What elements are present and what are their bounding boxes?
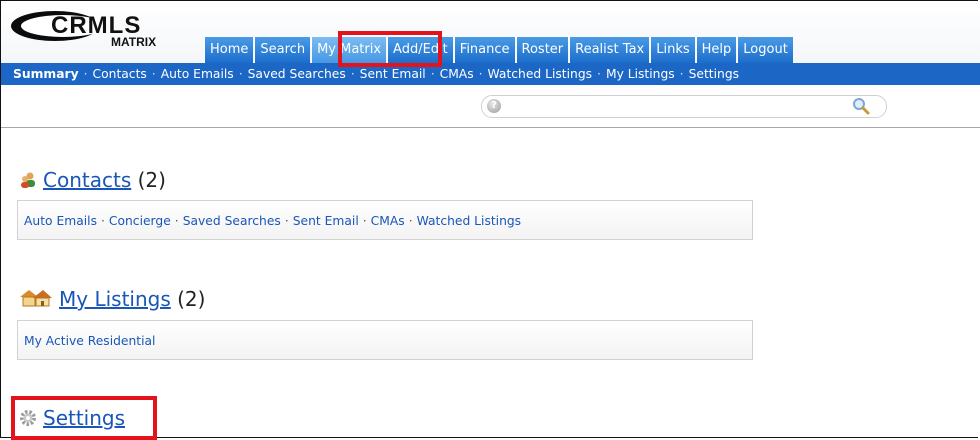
link-separator: · <box>408 214 413 228</box>
link-separator: · <box>284 214 289 228</box>
subnav-item-cmas[interactable]: CMAs <box>440 67 474 81</box>
subnav-item-watched-listings[interactable]: Watched Listings <box>488 67 592 81</box>
link-separator: · <box>100 214 105 228</box>
my-listings-links-box: My Active Residential <box>17 320 753 360</box>
subnav-separator: · <box>430 67 435 81</box>
link-concierge[interactable]: Concierge <box>109 214 171 228</box>
tab-home[interactable]: Home <box>204 37 254 63</box>
crmls-matrix-logo[interactable]: CRMLS MATRIX <box>11 7 191 47</box>
subnav-separator: · <box>679 67 684 81</box>
link-saved-searches[interactable]: Saved Searches <box>183 214 281 228</box>
subnav-item-contacts[interactable]: Contacts <box>93 67 147 81</box>
tab-roster[interactable]: Roster <box>515 37 569 63</box>
tab-help[interactable]: Help <box>695 37 737 63</box>
sub-nav-items: Summary · Contacts · Auto Emails · Saved Searc… <box>1 63 980 85</box>
tab-realist-tax[interactable]: Realist Tax <box>569 37 650 63</box>
search-bar: ? <box>1 85 980 128</box>
tab-finance[interactable]: Finance <box>453 37 515 63</box>
contacts-section-title: Contacts (2) <box>19 168 166 192</box>
subnav-separator: · <box>151 67 156 81</box>
header: CRMLS MATRIX Home Search My Matrix Add/Edit… <box>1 1 980 63</box>
my-matrix-highlight <box>338 31 442 67</box>
main-nav: Home Search My Matrix Add/Edit Finance Roster… <box>204 37 794 64</box>
search-box: ? <box>481 95 887 118</box>
subnav-separator: · <box>597 67 601 81</box>
subnav-item-saved-searches[interactable]: Saved Searches <box>248 67 346 81</box>
subnav-item-settings[interactable]: Settings <box>689 67 739 81</box>
subnav-separator: · <box>350 67 355 81</box>
subnav-separator: · <box>83 67 88 81</box>
subnav-separator: · <box>478 67 483 81</box>
my-listings-link[interactable]: My Listings <box>59 287 171 311</box>
contacts-links-box: Auto Emails · Concierge · Saved Searches · Sen… <box>17 200 753 240</box>
sub-nav: Summary · Contacts · Auto Emails · Saved Searc… <box>1 63 980 85</box>
search-input[interactable] <box>506 97 850 116</box>
subnav-item-my-listings[interactable]: My Listings <box>606 67 675 81</box>
tab-logout[interactable]: Logout <box>737 37 793 63</box>
tab-links[interactable]: Links <box>650 37 695 63</box>
house-icon <box>20 290 52 307</box>
link-sent-email[interactable]: Sent Email <box>293 214 359 228</box>
link-my-active-residential[interactable]: My Active Residential <box>24 334 155 348</box>
contacts-link[interactable]: Contacts <box>43 168 131 192</box>
settings-highlight <box>11 396 157 440</box>
subnav-item-summary[interactable]: Summary <box>13 67 79 81</box>
link-auto-emails[interactable]: Auto Emails <box>24 214 97 228</box>
tab-search[interactable]: Search <box>254 37 311 63</box>
subnav-item-sent-email[interactable]: Sent Email <box>360 67 426 81</box>
subnav-separator: · <box>238 67 243 81</box>
subnav-item-auto-emails[interactable]: Auto Emails <box>161 67 234 81</box>
logo-product-text: MATRIX <box>111 35 156 47</box>
contacts-icon <box>21 172 35 188</box>
link-separator: · <box>174 214 179 228</box>
search-icon[interactable] <box>852 97 870 115</box>
link-separator: · <box>362 214 367 228</box>
link-cmas[interactable]: CMAs <box>371 214 405 228</box>
my-listings-section-title: My Listings (2) <box>19 287 205 311</box>
my-listings-count: (2) <box>177 287 206 311</box>
help-icon[interactable]: ? <box>487 99 501 113</box>
link-watched-listings[interactable]: Watched Listings <box>417 214 521 228</box>
contacts-count: (2) <box>137 168 166 192</box>
